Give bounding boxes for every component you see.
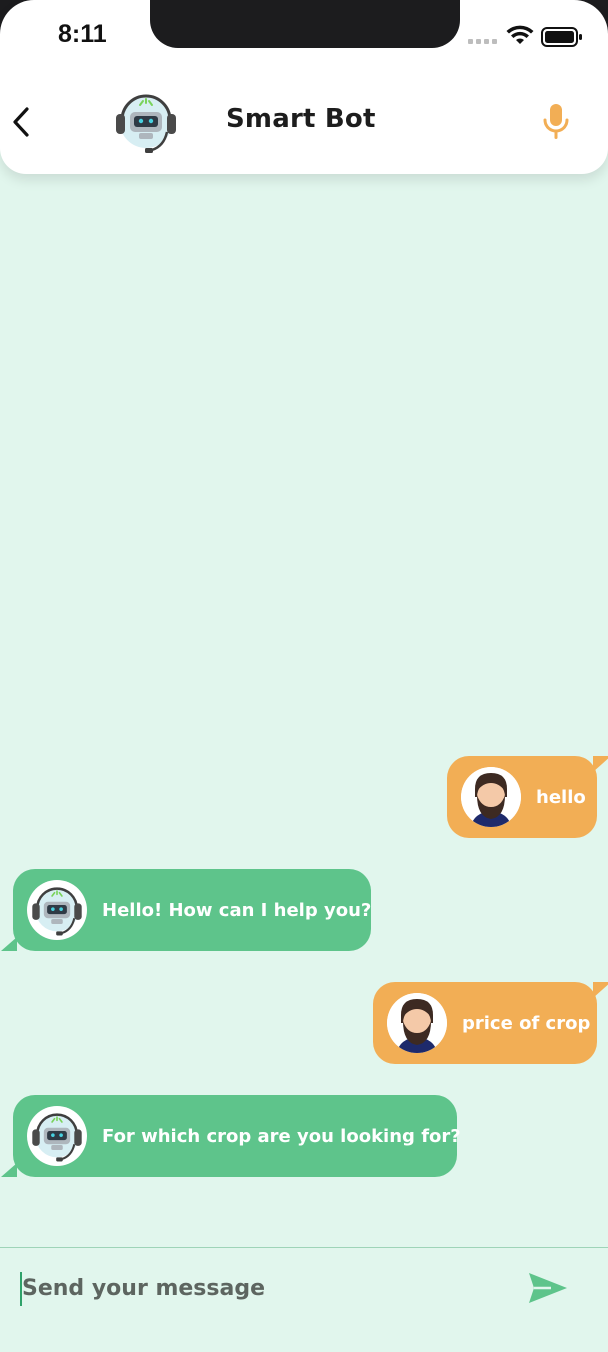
back-button[interactable] xyxy=(6,102,36,142)
status-time: 8:11 xyxy=(58,20,107,48)
bot-message-bubble: Hello! How can I help you? xyxy=(1,869,372,951)
microphone-icon xyxy=(543,104,569,139)
user-message-bubble: price of crop xyxy=(373,982,608,1064)
robot-headset-icon xyxy=(116,94,176,153)
send-icon xyxy=(529,1273,567,1303)
bubble-tail xyxy=(1,1163,17,1177)
bot-avatar xyxy=(27,1106,87,1166)
chat-screen: 8:11 Smart Bot hello Hello! How can I he… xyxy=(0,0,608,1352)
message-input[interactable] xyxy=(18,1266,506,1310)
robot-headset-icon xyxy=(32,887,82,936)
bubble-tail xyxy=(593,982,608,998)
wifi-icon xyxy=(506,25,534,44)
user-avatar xyxy=(461,767,521,827)
cellular-signal-icon xyxy=(468,39,497,44)
input-divider xyxy=(0,1247,608,1248)
send-button[interactable] xyxy=(524,1268,572,1308)
message-text: Hello! How can I help you? xyxy=(102,899,372,921)
device-notch xyxy=(150,0,460,48)
chat-title: Smart Bot xyxy=(226,104,376,134)
message-text: price of crop xyxy=(462,1012,591,1034)
bubble-tail xyxy=(1,937,17,951)
mic-button[interactable] xyxy=(540,102,572,142)
battery-icon xyxy=(541,27,582,47)
bubble-tail xyxy=(593,756,608,772)
bearded-man-avatar-icon xyxy=(387,993,447,1053)
message-text: hello xyxy=(536,786,586,808)
bot-message-bubble: For which crop are you looking for? xyxy=(1,1095,461,1177)
user-message-bubble: hello xyxy=(447,756,608,838)
robot-headset-icon xyxy=(32,1113,82,1162)
chevron-left-icon xyxy=(13,107,29,137)
user-avatar xyxy=(387,993,447,1053)
bearded-man-avatar-icon xyxy=(461,767,521,827)
bot-avatar xyxy=(27,880,87,940)
bot-avatar xyxy=(112,90,180,154)
message-text: For which crop are you looking for? xyxy=(102,1125,461,1147)
